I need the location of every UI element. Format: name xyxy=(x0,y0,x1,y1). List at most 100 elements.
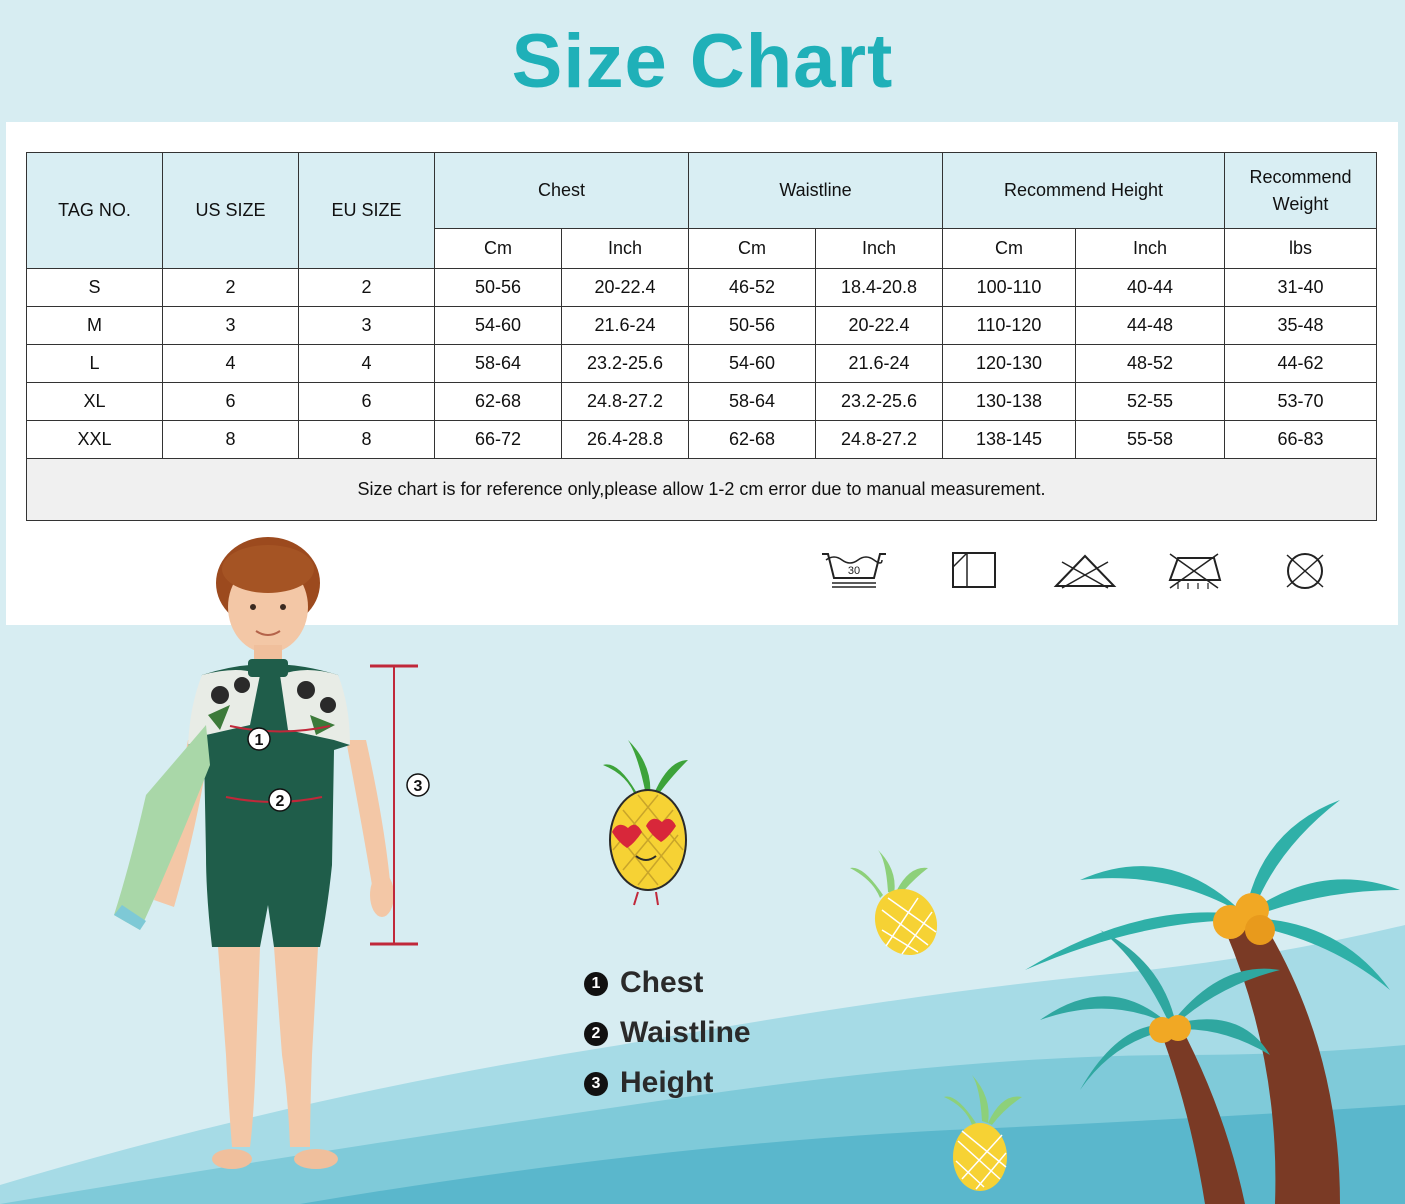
table-cell: 23.2-25.6 xyxy=(561,344,689,383)
table-cell: 46-52 xyxy=(688,268,816,307)
subheader-waist-cm: Cm xyxy=(688,228,816,269)
table-cell: 2 xyxy=(162,268,299,307)
table-cell: 110-120 xyxy=(942,306,1077,345)
table-cell: 50-56 xyxy=(434,268,562,307)
height-measure-line: 3 xyxy=(370,664,430,946)
no-bleach-icon xyxy=(1052,550,1118,590)
header-waistline: Waistline xyxy=(687,152,944,229)
table-cell: 50-56 xyxy=(688,306,816,345)
header-recommend-weight-line2: Weight xyxy=(1272,193,1329,214)
legend-label: Waistline xyxy=(620,1016,751,1049)
table-cell: 130-138 xyxy=(942,382,1077,421)
header-recommend-weight: Recommend Weight xyxy=(1224,152,1378,229)
table-cell: 8 xyxy=(162,420,299,459)
table-row: S 2 2 50-56 20-22.4 46-52 18.4-20.8 100-110 40-4… xyxy=(26,268,1378,307)
header-recommend-weight-line1: Recommend xyxy=(1249,166,1352,187)
table-note: Size chart is for reference only,please … xyxy=(25,458,1378,521)
table-cell: 6 xyxy=(162,382,299,421)
table-cell: XXL xyxy=(26,420,163,459)
pineapple-small-icon xyxy=(850,850,938,956)
table-cell: L xyxy=(26,344,163,383)
legend-label: Height xyxy=(620,1066,714,1099)
table-row: XL 6 6 62-68 24.8-27.2 58-64 23.2-25.6 130-138 5… xyxy=(26,382,1378,421)
subheader-weight-lbs: lbs xyxy=(1224,228,1378,269)
table-cell: 4 xyxy=(298,344,435,383)
table-cell: 44-62 xyxy=(1224,344,1378,383)
table-cell: 31-40 xyxy=(1224,268,1378,307)
subheader-chest-cm: Cm xyxy=(434,228,562,269)
table-cell: 58-64 xyxy=(434,344,562,383)
palm-trees-icon xyxy=(1025,800,1400,1204)
table-row: M 3 3 54-60 21.6-24 50-56 20-22.4 110-120 44-48 3… xyxy=(26,306,1378,345)
table-cell: 26.4-28.8 xyxy=(561,420,689,459)
table-cell: 62-68 xyxy=(434,382,562,421)
legend-item-chest: 1 Chest xyxy=(584,958,751,1008)
legend-number: 2 xyxy=(584,1022,608,1046)
table-cell: M xyxy=(26,306,163,345)
table-cell: 6 xyxy=(298,382,435,421)
size-table: TAG NO. US SIZE EU SIZE Chest Waistline … xyxy=(25,152,1378,521)
table-row: XXL 8 8 66-72 26.4-28.8 62-68 24.8-27.2 138-145… xyxy=(26,420,1378,459)
header-chest: Chest xyxy=(434,152,689,229)
table-cell: 54-60 xyxy=(434,306,562,345)
waist-marker-label: 2 xyxy=(276,793,285,810)
header-us-size: US SIZE xyxy=(162,152,299,269)
header-tag-no: TAG NO. xyxy=(26,152,163,269)
wash-temperature-label: 30 xyxy=(848,565,860,577)
table-cell: 138-145 xyxy=(942,420,1077,459)
table-cell: 55-58 xyxy=(1075,420,1226,459)
page-title: Size Chart xyxy=(511,19,894,104)
table-cell: 24.8-27.2 xyxy=(561,382,689,421)
chest-marker-label: 1 xyxy=(255,732,264,749)
legend-item-height: 3 Height xyxy=(584,1058,751,1108)
header-eu-size: EU SIZE xyxy=(298,152,435,269)
no-dry-clean-icon xyxy=(1282,550,1328,590)
legend-item-waistline: 2 Waistline xyxy=(584,1008,751,1058)
table-cell: 4 xyxy=(162,344,299,383)
subheader-waist-inch: Inch xyxy=(814,228,944,269)
child-wetsuit-illustration: 1 2 xyxy=(114,537,394,1169)
table-cell: 100-110 xyxy=(942,268,1077,307)
table-cell: XL xyxy=(26,382,163,421)
table-cell: 2 xyxy=(298,268,435,307)
table-cell: 52-55 xyxy=(1075,382,1226,421)
table-cell: 48-52 xyxy=(1075,344,1226,383)
table-cell: 20-22.4 xyxy=(814,306,944,345)
subheader-height-inch: Inch xyxy=(1075,228,1226,269)
pineapple-bottom-icon xyxy=(944,1075,1022,1191)
table-cell: 53-70 xyxy=(1224,382,1378,421)
table-cell: 66-83 xyxy=(1224,420,1378,459)
table-cell: 58-64 xyxy=(688,382,816,421)
legend-number: 1 xyxy=(584,972,608,996)
table-cell: 20-22.4 xyxy=(561,268,689,307)
subheader-chest-inch: Inch xyxy=(561,228,689,269)
table-cell: 8 xyxy=(298,420,435,459)
table-cell: 44-48 xyxy=(1075,306,1226,345)
table-cell: 23.2-25.6 xyxy=(814,382,944,421)
table-row: L 4 4 58-64 23.2-25.6 54-60 21.6-24 120-130 48-5… xyxy=(26,344,1378,383)
header-recommend-height: Recommend Height xyxy=(942,152,1226,229)
table-cell: 62-68 xyxy=(688,420,816,459)
pineapple-sunglasses-icon xyxy=(603,740,688,906)
table-cell: 120-130 xyxy=(942,344,1077,383)
table-cell: 40-44 xyxy=(1075,268,1226,307)
measurement-legend: 1 Chest 2 Waistline 3 Height xyxy=(584,958,751,1108)
legend-label: Chest xyxy=(620,966,704,999)
tumble-dry-icon xyxy=(951,550,997,590)
table-cell: 54-60 xyxy=(688,344,816,383)
table-cell: 66-72 xyxy=(434,420,562,459)
legend-number: 3 xyxy=(584,1072,608,1096)
subheader-height-cm: Cm xyxy=(942,228,1077,269)
table-cell: 35-48 xyxy=(1224,306,1378,345)
table-cell: 18.4-20.8 xyxy=(814,268,944,307)
height-marker-label: 3 xyxy=(414,778,423,795)
wash-30-icon: 30 xyxy=(820,550,888,590)
no-iron-icon xyxy=(1164,550,1224,590)
table-cell: 3 xyxy=(162,306,299,345)
table-cell: 21.6-24 xyxy=(814,344,944,383)
table-cell: S xyxy=(26,268,163,307)
table-cell: 24.8-27.2 xyxy=(814,420,944,459)
table-cell: 21.6-24 xyxy=(561,306,689,345)
table-cell: 3 xyxy=(298,306,435,345)
table-body: S 2 2 50-56 20-22.4 46-52 18.4-20.8 100-110 40-4… xyxy=(26,268,1378,459)
